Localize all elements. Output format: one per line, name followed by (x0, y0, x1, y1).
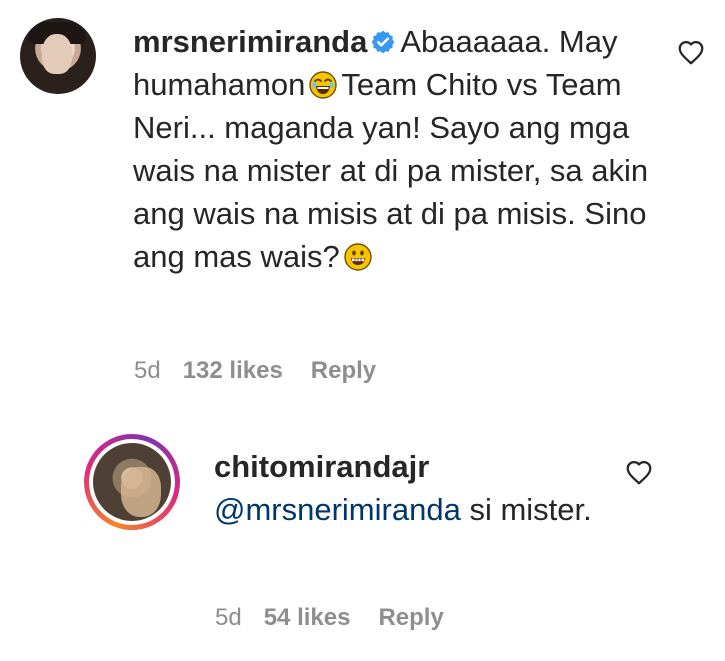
reply-username[interactable]: chitomirandajr (214, 445, 594, 488)
reply-mention[interactable]: @mrsnerimiranda (214, 492, 461, 527)
comment-likes[interactable]: 132 likes (183, 356, 283, 386)
comment-time[interactable]: 5d (134, 356, 161, 386)
reply-avatar[interactable] (84, 434, 180, 530)
reply-body: chitomirandajr @mrsnerimiranda si mister… (214, 445, 594, 531)
reply-time[interactable]: 5d (215, 603, 242, 633)
heart-outline-icon[interactable] (676, 38, 706, 68)
comment-meta: 5d 132 likes Reply (134, 356, 376, 386)
reply-likes[interactable]: 54 likes (264, 603, 351, 633)
verified-badge-icon (371, 30, 395, 54)
comment-body: mrsnerimiranda Abaaaaaa. May humahamon T… (133, 20, 653, 278)
avatar-photo (93, 443, 171, 521)
comment-username[interactable]: mrsnerimiranda (133, 24, 367, 59)
avatar-hands (121, 467, 161, 517)
reply-button[interactable]: Reply (311, 356, 376, 386)
reply-meta: 5d 54 likes Reply (215, 603, 444, 633)
reply-text: si mister. (469, 492, 592, 527)
avatar-face (42, 34, 72, 74)
grinning-emoji-icon (344, 243, 372, 271)
commenter-avatar[interactable] (20, 18, 96, 94)
laughing-emoji-icon (309, 71, 338, 99)
reply-reply-button[interactable]: Reply (378, 603, 443, 633)
heart-outline-icon[interactable] (624, 458, 654, 488)
